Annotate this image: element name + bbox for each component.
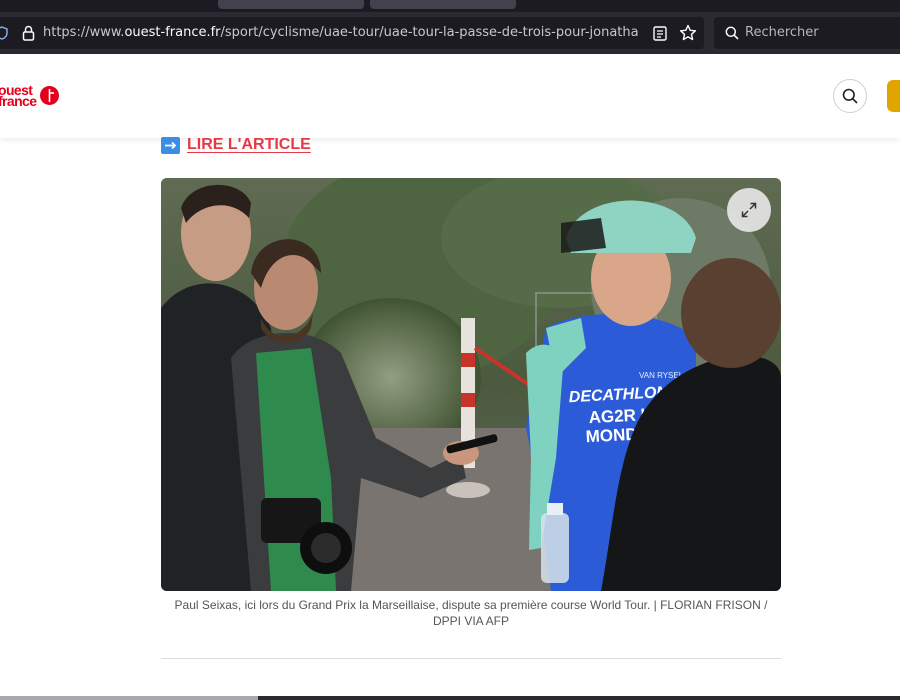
search-icon: [725, 26, 739, 40]
browser-tab[interactable]: [370, 0, 516, 9]
read-article-label: LIRE L'ARTICLE: [187, 136, 311, 153]
site-search-button[interactable]: [833, 79, 867, 113]
reader-view-icon[interactable]: [653, 26, 667, 41]
url-host: ouest-france.fr: [124, 25, 221, 40]
site-header: ouest france: [0, 54, 900, 138]
tab-strip: [0, 0, 900, 12]
url-path: /sport/cyclisme/uae-tour/uae-tour-la-pas…: [220, 25, 639, 40]
shield-icon[interactable]: [0, 26, 8, 40]
bookmark-star-icon[interactable]: [679, 24, 697, 42]
expand-image-button[interactable]: [727, 188, 771, 232]
url-text[interactable]: https://www.ouest-france.fr/sport/cyclis…: [43, 17, 639, 49]
url-prefix: https://www.: [43, 25, 125, 40]
expand-icon: [741, 202, 757, 218]
scrollbar[interactable]: [0, 696, 900, 700]
lock-icon[interactable]: [22, 25, 35, 41]
search-icon: [842, 88, 858, 104]
logo-mark: [40, 86, 59, 105]
web-search-box[interactable]: Rechercher: [714, 17, 900, 49]
right-arrow-icon: [161, 136, 180, 154]
article-photo[interactable]: DECATHLON AG2R LA MONDIALE VAN RYSEL: [161, 178, 781, 591]
scrollbar-thumb[interactable]: [0, 696, 258, 700]
read-article-link[interactable]: LIRE L'ARTICLE: [161, 135, 311, 155]
logo-text: ouest france: [0, 82, 37, 109]
cyclist-interview-image: DECATHLON AG2R LA MONDIALE VAN RYSEL: [161, 178, 781, 591]
divider: [161, 658, 781, 659]
browser-toolbar: https://www.ouest-france.fr/sport/cyclis…: [0, 12, 900, 54]
subscribe-button[interactable]: [887, 80, 900, 112]
address-bar[interactable]: https://www.ouest-france.fr/sport/cyclis…: [0, 17, 704, 49]
photo-caption: Paul Seixas, ici lors du Grand Prix la M…: [174, 598, 768, 628]
browser-tab[interactable]: [218, 0, 364, 9]
search-placeholder: Rechercher: [745, 25, 819, 40]
